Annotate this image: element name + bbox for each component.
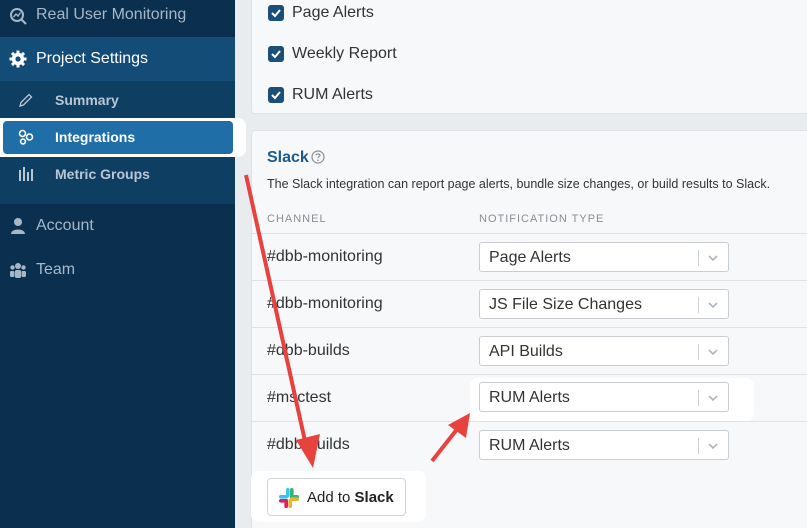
notification-type-select[interactable]: Page Alerts — [479, 242, 729, 272]
checkmark-icon — [271, 9, 281, 18]
slack-integration-card: Slack The Slack integration can report p… — [251, 130, 807, 528]
sidebar-item-label: Metric Groups — [55, 166, 150, 182]
weekly-report-checkbox[interactable] — [268, 46, 284, 62]
chevron-down-icon — [708, 302, 718, 309]
notification-type-select[interactable]: RUM Alerts — [479, 430, 729, 460]
slack-description: The Slack integration can report page al… — [267, 177, 771, 191]
chevron-down-icon — [708, 349, 718, 356]
channel-name: #dbb-monitoring — [267, 248, 383, 265]
select-value: JS File Size Changes — [489, 296, 642, 313]
sidebar-item-metric-groups[interactable]: Metric Groups — [0, 155, 235, 192]
notification-type-select[interactable]: JS File Size Changes — [479, 289, 729, 319]
add-to-slack-prefix: Add to — [307, 489, 355, 506]
chevron-down-icon — [708, 395, 718, 402]
select-separator — [698, 297, 699, 313]
checkbox-label: RUM Alerts — [292, 86, 373, 103]
select-separator — [698, 438, 699, 454]
select-value: RUM Alerts — [489, 437, 570, 454]
rum-alerts-checkbox[interactable] — [268, 87, 284, 103]
slack-logo — [279, 488, 299, 508]
sidebar-item-account[interactable]: Account — [0, 206, 235, 246]
sidebar-item-label: Project Settings — [36, 50, 149, 67]
chevron-down-icon — [708, 443, 718, 450]
notification-type-select[interactable]: API Builds — [479, 336, 729, 366]
table-row: #dbb-builds API Builds — [252, 327, 807, 374]
team-icon — [10, 263, 26, 278]
sidebar-item-integrations[interactable]: Integrations — [3, 121, 233, 154]
slack-title: Slack — [267, 149, 309, 166]
sidebar-item-label: Integrations — [55, 129, 136, 145]
select-value: RUM Alerts — [489, 389, 570, 406]
select-separator — [698, 344, 699, 360]
chevron-down-icon — [708, 255, 718, 262]
select-value: Page Alerts — [489, 249, 571, 266]
sidebar-item-label: Team — [36, 261, 76, 278]
select-separator — [698, 390, 699, 406]
email-alerts-card: Page Alerts Weekly Report RUM Alerts — [251, 0, 807, 114]
add-to-slack-button[interactable]: Add to Slack — [267, 478, 406, 516]
metric-groups-icon — [19, 167, 33, 181]
table-row: #dbb-monitoring JS File Size Changes — [252, 280, 807, 327]
select-value: API Builds — [489, 343, 563, 360]
checkmark-icon — [271, 91, 281, 100]
page-alerts-checkbox[interactable] — [268, 5, 284, 21]
gear-icon — [9, 50, 27, 68]
channel-name: #dbb-monitoring — [267, 295, 383, 312]
channel-name: #dbb-builds — [267, 342, 350, 359]
pencil-icon — [19, 93, 33, 107]
checkmark-icon — [271, 50, 281, 59]
select-separator — [698, 250, 699, 266]
help-icon[interactable] — [311, 150, 325, 164]
sidebar-item-real-user-monitoring[interactable]: Real User Monitoring — [0, 0, 235, 36]
page-alerts-checkbox-row[interactable]: Page Alerts — [268, 2, 374, 24]
checkbox-label: Page Alerts — [292, 4, 374, 21]
weekly-report-checkbox-row[interactable]: Weekly Report — [268, 43, 397, 65]
sidebar-item-team[interactable]: Team — [0, 250, 235, 290]
rum-alerts-checkbox-row[interactable]: RUM Alerts — [268, 84, 373, 106]
sidebar-item-label: Account — [36, 217, 94, 234]
table-row: #dbb-builds RUM Alerts — [252, 421, 807, 468]
channel-name: #dbb-builds — [267, 436, 350, 453]
add-to-slack-label: Add to Slack — [307, 489, 394, 506]
search-chart-icon — [10, 8, 27, 25]
channel-column-header: CHANNEL — [267, 213, 327, 225]
table-row: #dbb-monitoring Page Alerts — [252, 233, 807, 280]
notification-type-select-highlighted[interactable]: RUM Alerts — [479, 382, 729, 412]
sidebar-item-project-settings[interactable]: Project Settings — [0, 37, 235, 81]
sidebar-item-label: Summary — [55, 92, 119, 108]
add-to-slack-brand: Slack — [354, 489, 394, 506]
sidebar-item-label: Real User Monitoring — [36, 6, 187, 23]
integrations-icon — [18, 129, 34, 145]
checkbox-label: Weekly Report — [292, 45, 397, 62]
channel-name: #msctest — [267, 389, 332, 406]
user-icon — [11, 218, 25, 234]
notification-type-column-header: NOTIFICATION TYPE — [479, 213, 605, 225]
sidebar: Real User Monitoring Project Settings Su… — [0, 0, 246, 528]
sidebar-item-summary[interactable]: Summary — [0, 81, 235, 118]
